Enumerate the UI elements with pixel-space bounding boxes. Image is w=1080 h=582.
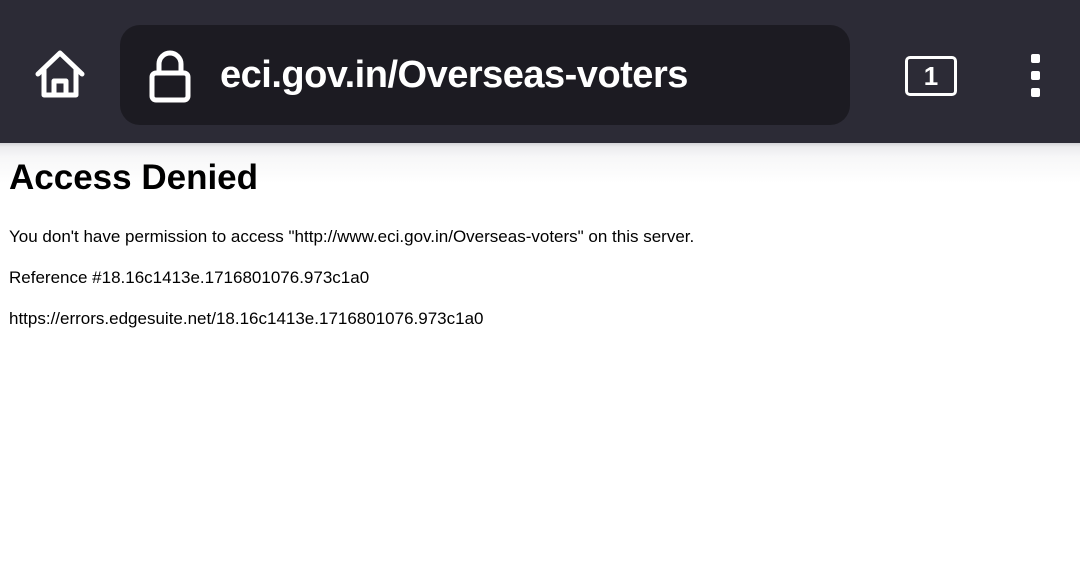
tabs-button[interactable]: 1 <box>903 54 957 98</box>
lock-icon <box>149 50 191 103</box>
url-bar[interactable]: eci.gov.in/Overseas-voters <box>120 25 850 125</box>
page-title: Access Denied <box>9 158 259 197</box>
permission-message: You don't have permission to access "htt… <box>9 227 695 246</box>
home-button[interactable] <box>28 44 92 104</box>
tab-count: 1 <box>923 61 939 91</box>
browser-toolbar: eci.gov.in/Overseas-voters 1 <box>0 0 1080 143</box>
error-link[interactable]: https://errors.edgesuite.net/18.16c1413e… <box>9 308 483 330</box>
home-icon <box>35 50 85 98</box>
overflow-menu-button[interactable] <box>1016 50 1056 102</box>
reference-number: Reference #18.16c1413e.1716801076.973c1a… <box>9 268 370 287</box>
url-text[interactable]: eci.gov.in/Overseas-voters <box>220 49 688 101</box>
tabs-icon: 1 <box>905 56 957 96</box>
